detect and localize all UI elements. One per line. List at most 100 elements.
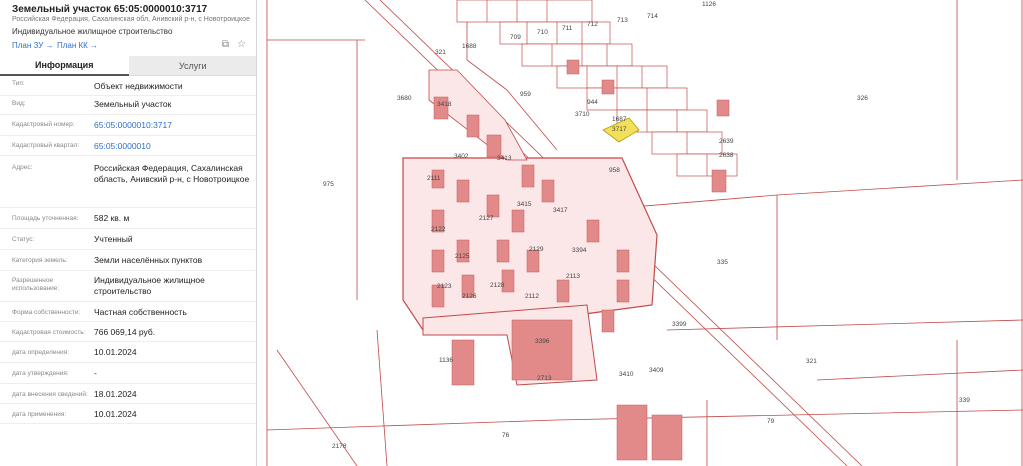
row-cadastral-quarter: Кадастровый квартал: 65:05:0000010 [0, 136, 256, 156]
parcel-label: 713 [617, 17, 628, 24]
cadastral-map[interactable]: 1126 709 710 711 712 713 714 1688 321 36… [257, 0, 1023, 466]
row-value: Частная собственность [94, 307, 187, 317]
row-value: Земельный участок [94, 99, 172, 109]
parcel-label: 2123 [437, 283, 452, 290]
tab-services[interactable]: Услуги [128, 56, 256, 76]
row-area: Площадь уточненная: 582 кв. м [0, 208, 256, 229]
parcel-label: 2128 [490, 282, 505, 289]
row-label: Кадастровая стоимость: [12, 329, 86, 336]
row-value: 582 кв. м [94, 213, 130, 223]
parcel-label: 3402 [454, 153, 469, 160]
row-date-entered: дата внесения сведений: 18.01.2024 [0, 384, 256, 404]
parcel-label: 944 [587, 99, 598, 106]
parcel-label: 2126 [462, 293, 477, 300]
row-permitted-use: Разрешенное использование: Индивидуально… [0, 271, 256, 302]
measure-icon[interactable]: ⧉ [220, 39, 231, 50]
parcel-label: 709 [510, 34, 521, 41]
parcel-label: 326 [857, 95, 868, 102]
parcel-label: 3680 [397, 95, 412, 102]
row-label: дата определения: [12, 349, 69, 356]
parcel-label: 1126 [702, 1, 716, 8]
parcel-label: 335 [717, 259, 728, 266]
row-label: Тип: [12, 80, 25, 87]
parcel-label: 3394 [572, 247, 587, 254]
parcel-label: 3415 [517, 201, 532, 208]
row-value: Земли населённых пунктов [94, 255, 203, 265]
row-value: 18.01.2024 [94, 389, 137, 399]
row-cadastral-value: Кадастровая стоимость: 766 069,14 руб. [0, 322, 256, 342]
row-kind: Вид: Земельный участок [0, 96, 256, 115]
parcel-label: 79 [767, 418, 775, 425]
row-label: Адрес: [12, 164, 33, 171]
row-type: Тип: Объект недвижимости [0, 76, 256, 96]
row-label: Категория земель: [12, 257, 68, 264]
tab-info[interactable]: Информация [0, 56, 129, 76]
parcel-label: 975 [323, 181, 334, 188]
row-date-applied: дата применения: 10.01.2024 [0, 404, 256, 424]
parcel-label: 1136 [439, 357, 453, 364]
row-value: Объект недвижимости [94, 81, 183, 91]
parcel-label: 2178 [332, 443, 347, 450]
row-value: 10.01.2024 [94, 409, 137, 419]
plan-zu-link[interactable]: План ЗУ → [12, 41, 54, 50]
parcel-label: 3413 [497, 155, 512, 162]
row-label: Кадастровый номер: [12, 121, 75, 128]
row-label: Статус: [12, 236, 35, 243]
panel-address: Российская Федерация, Сахалинская обл, А… [12, 16, 250, 23]
parcel-label: 2125 [455, 253, 470, 260]
parcel-label: 339 [959, 397, 970, 404]
parcel-label: 3399 [672, 321, 687, 328]
row-label: дата внесения сведений: [12, 391, 88, 398]
star-icon[interactable]: ☆ [236, 39, 247, 50]
row-label: Разрешенное использование: [12, 277, 60, 292]
row-label: дата утверждения: [12, 370, 69, 377]
parcel-label: 321 [806, 358, 817, 365]
cadastral-number-link[interactable]: 65:05:0000010:3717 [94, 120, 252, 131]
plan-kk-link[interactable]: План КК → [57, 41, 98, 50]
parcel-label: 3409 [649, 367, 664, 374]
parcel-label: 2713 [537, 375, 552, 382]
row-land-category: Категория земель: Земли населённых пункт… [0, 250, 256, 271]
row-status: Статус: Учтенный [0, 229, 256, 250]
row-ownership: Форма собственности: Частная собственнос… [0, 302, 256, 322]
row-label: дата применения: [12, 411, 67, 418]
row-value: Индивидуальное жилищное строительство [94, 275, 205, 296]
parcel-label: 2638 [719, 152, 734, 159]
parcel-label: 959 [520, 91, 531, 98]
info-panel: Земельный участок 65:05:0000010:3717 Рос… [0, 0, 257, 466]
parcel-label: 3410 [619, 371, 634, 378]
parcel-label: 2127 [479, 215, 494, 222]
row-address: Адрес: Российская Федерация, Сахалинская… [0, 156, 256, 208]
parcel-label: 2129 [529, 246, 544, 253]
parcel-label: 711 [562, 25, 573, 32]
panel-purpose: Индивидуальное жилищное строительство [12, 27, 173, 36]
parcel-label: 2113 [566, 273, 580, 280]
row-date-approved: дата утверждения: - [0, 363, 256, 384]
panel-tabs: Информация Услуги [0, 56, 256, 76]
cadastral-quarter-link[interactable]: 65:05:0000010 [94, 141, 252, 152]
parcel-label: 76 [502, 432, 510, 439]
parcel-label: 714 [647, 13, 658, 20]
panel-title: Земельный участок 65:05:0000010:3717 [12, 4, 208, 15]
parcel-label: 1688 [462, 43, 477, 50]
row-label: Вид: [12, 100, 26, 107]
parcel-label: 3717 [612, 126, 627, 133]
row-cadastral-number: Кадастровый номер: 65:05:0000010:3717 [0, 115, 256, 136]
parcel-label: 958 [609, 167, 620, 174]
parcel-label: 3396 [535, 338, 550, 345]
parcel-label: 2639 [719, 138, 734, 145]
parcel-label: 2122 [431, 226, 446, 233]
parcel-label: 710 [537, 29, 548, 36]
row-label: Кадастровый квартал: [12, 142, 80, 149]
row-label: Площадь уточненная: [12, 215, 79, 222]
parcel-label: 3418 [437, 101, 452, 108]
parcel-label: 3710 [575, 111, 590, 118]
row-value: 766 069,14 руб. [94, 327, 156, 337]
row-value: - [94, 368, 97, 378]
parcel-label: 2111 [427, 175, 441, 182]
row-date-determined: дата определения: 10.01.2024 [0, 342, 256, 363]
row-label: Форма собственности: [12, 309, 81, 316]
parcel-label: 2112 [525, 293, 539, 300]
parcel-label: 321 [435, 49, 446, 56]
parcel-label: 3417 [553, 207, 568, 214]
